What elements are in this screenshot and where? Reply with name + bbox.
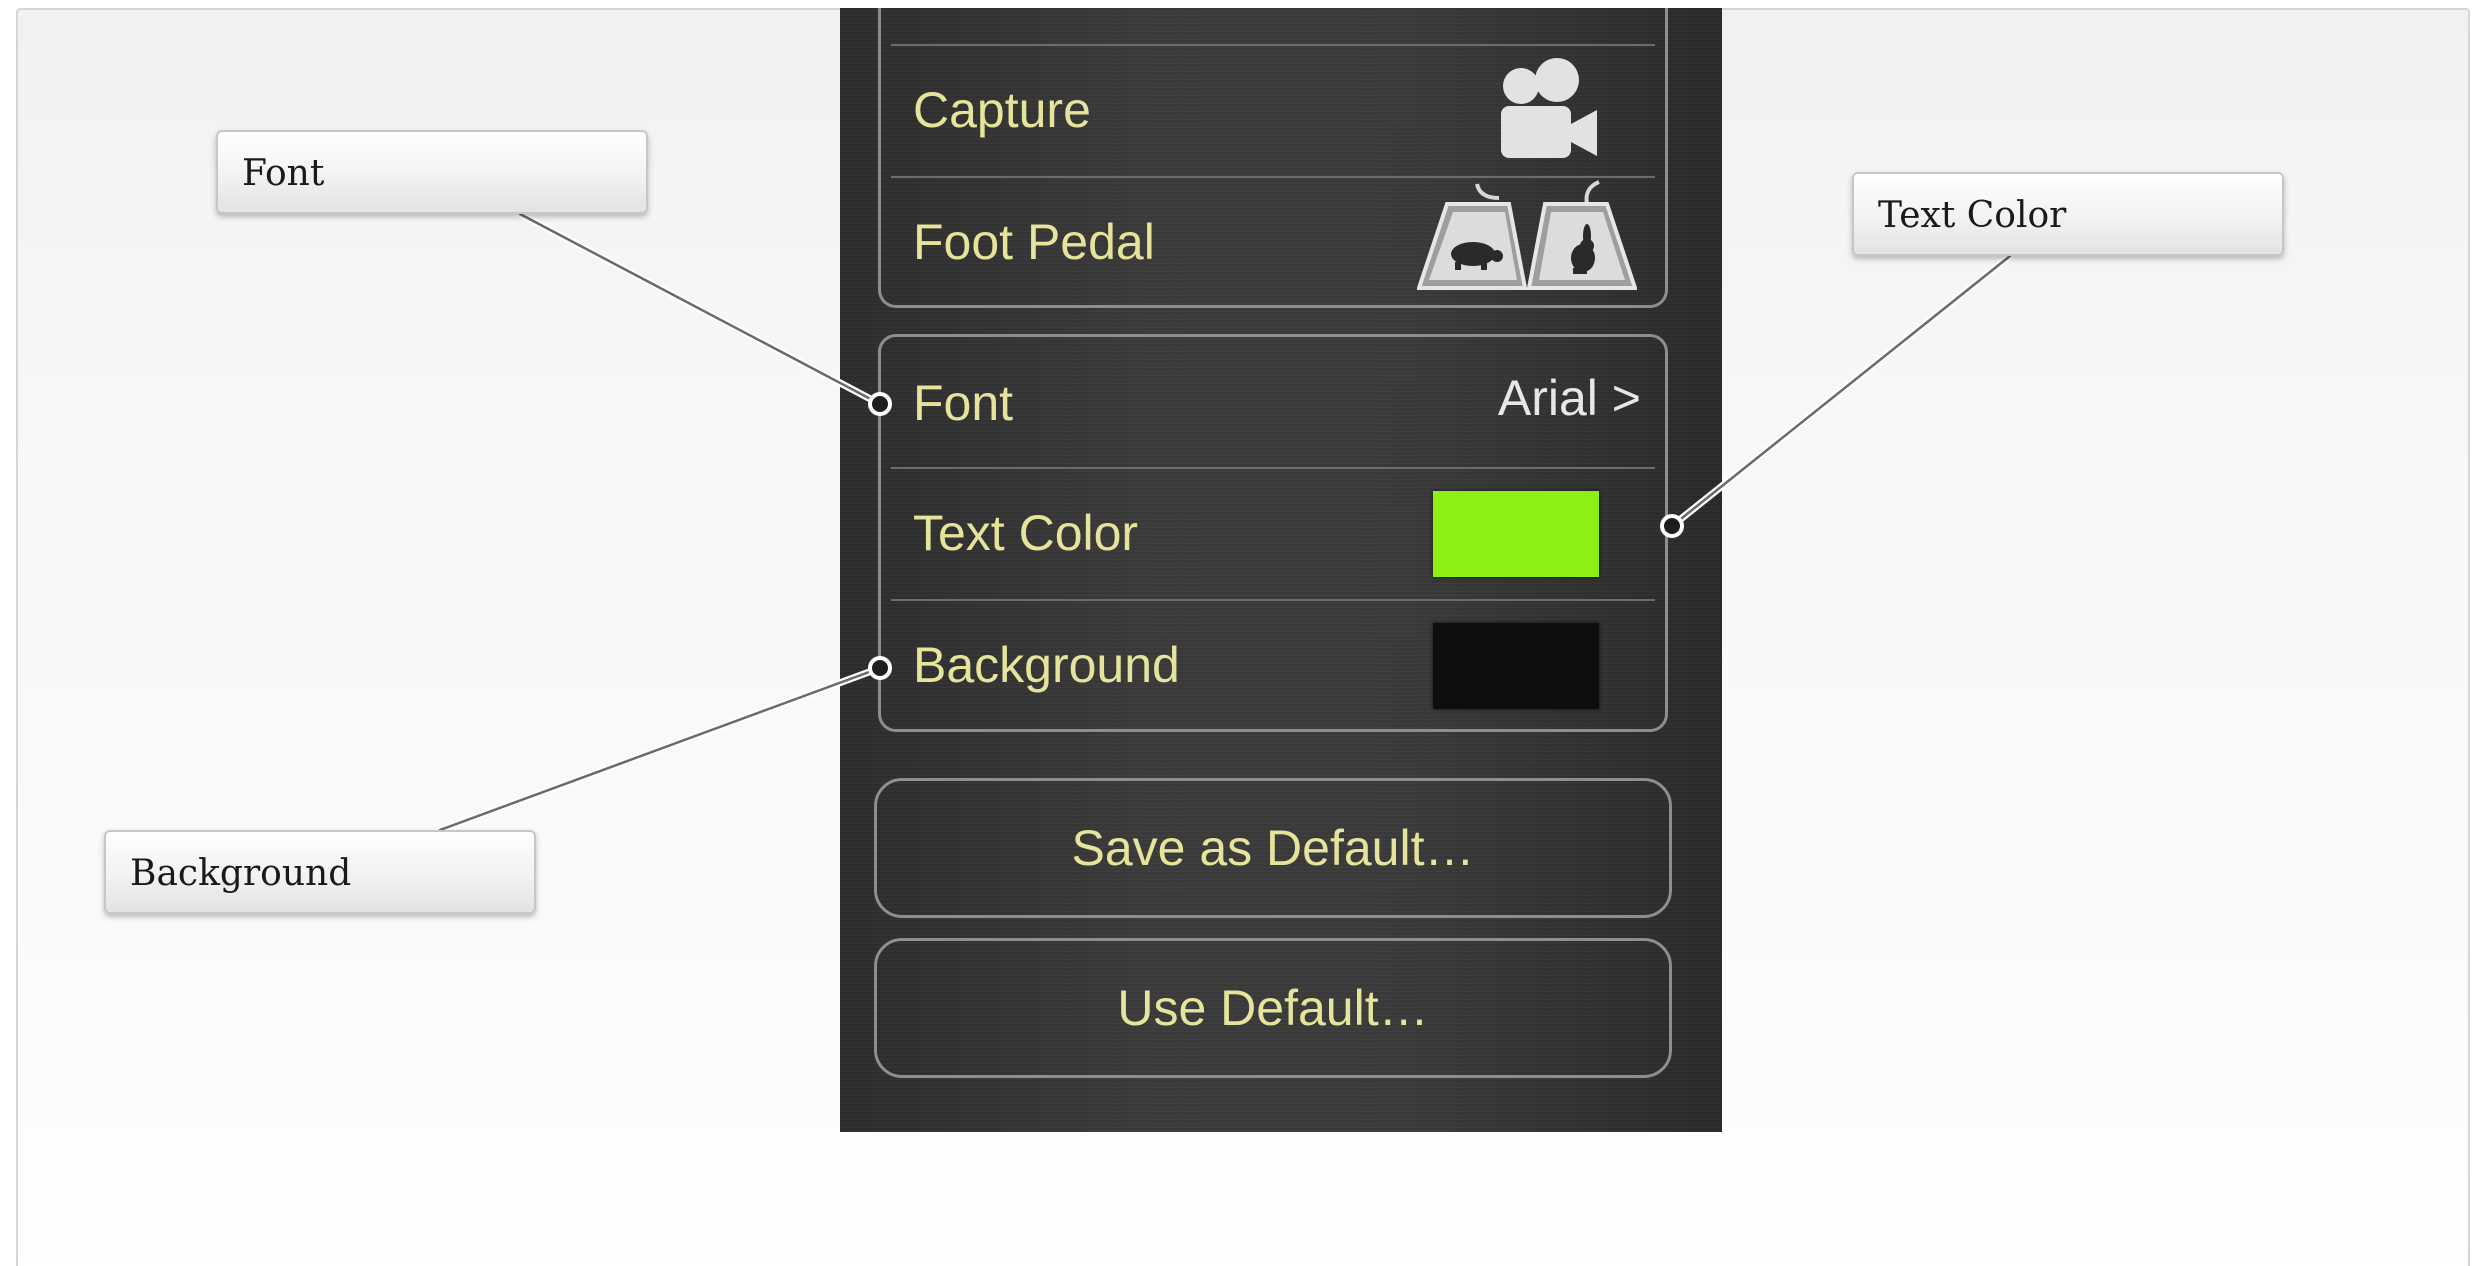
use-default-button[interactable]: Use Default… xyxy=(874,938,1672,1078)
font-label: Font xyxy=(913,375,1014,431)
text-color-label: Text Color xyxy=(913,505,1139,561)
font-callout: Font xyxy=(216,130,648,214)
foot-pedal-icon xyxy=(1417,180,1637,290)
text-color-row[interactable]: Text Color xyxy=(881,467,1665,599)
settings-panel: Capture Foot Pedal Font Arial > Text Col… xyxy=(840,8,1722,1132)
background-color-swatch[interactable] xyxy=(1433,623,1599,709)
foot-pedal-label: Foot Pedal xyxy=(913,214,1155,270)
font-value: Arial > xyxy=(1497,370,1641,426)
video-camera-icon xyxy=(1501,58,1597,158)
save-as-default-button[interactable]: Save as Default… xyxy=(874,778,1672,918)
foot-pedal-row[interactable]: Foot Pedal xyxy=(881,176,1665,308)
text-color-callout: Text Color xyxy=(1852,172,2284,256)
capture-row[interactable]: Capture xyxy=(881,44,1665,176)
text-color-swatch[interactable] xyxy=(1433,491,1599,577)
capture-label: Capture xyxy=(913,82,1091,138)
background-label: Background xyxy=(913,637,1180,693)
text-settings-group: Font Arial > Text Color Background xyxy=(878,334,1668,732)
background-callout: Background xyxy=(104,830,536,914)
capture-settings-group: Capture Foot Pedal xyxy=(878,8,1668,308)
font-row[interactable]: Font Arial > xyxy=(881,337,1665,469)
background-row[interactable]: Background xyxy=(881,599,1665,731)
